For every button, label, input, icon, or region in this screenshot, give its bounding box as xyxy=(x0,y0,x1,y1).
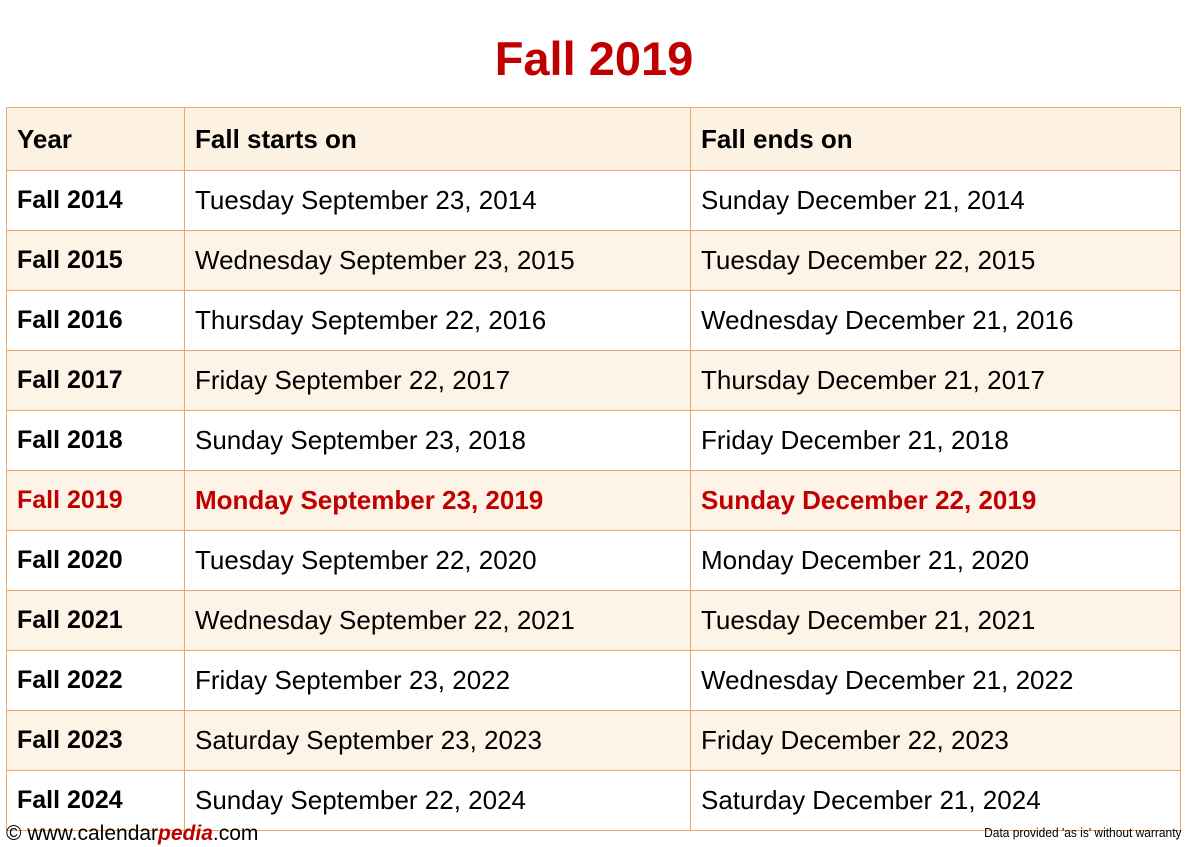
table-row: Fall 2019 Monday September 23, 2019 Sunday… xyxy=(6,470,1181,532)
cell-year: Fall 2016 xyxy=(6,290,185,352)
cell-start-date: Friday September 22, 2017 xyxy=(184,350,691,412)
table-row: Fall 2023 Saturday September 23, 2023 Frid… xyxy=(6,710,1181,772)
table-header: Year Fall starts on Fall ends on xyxy=(6,107,1181,172)
cell-end-date: Sunday December 21, 2014 xyxy=(690,170,1181,232)
cell-end-date: Monday December 21, 2020 xyxy=(690,530,1181,592)
cell-end-date: Friday December 21, 2018 xyxy=(690,410,1181,472)
cell-start-date: Tuesday September 23, 2014 xyxy=(184,170,691,232)
table-row: Fall 2015 Wednesday September 23, 2015 Tue… xyxy=(6,230,1181,292)
cell-start-date: Tuesday September 22, 2020 xyxy=(184,530,691,592)
cell-year: Fall 2017 xyxy=(6,350,185,412)
cell-end-date: Wednesday December 21, 2022 xyxy=(690,650,1181,712)
cell-start-date: Friday September 23, 2022 xyxy=(184,650,691,712)
page-title: Fall 2019 xyxy=(494,32,694,86)
cell-start-date: Saturday September 23, 2023 xyxy=(184,710,691,772)
table-row: Fall 2021 Wednesday September 22, 2021 Tue… xyxy=(6,590,1181,652)
table-header-row: Year Fall starts on Fall ends on xyxy=(6,107,1181,172)
cell-year: Fall 2018 xyxy=(6,410,185,472)
cell-year: Fall 2014 xyxy=(6,170,185,232)
column-header-year: Year xyxy=(6,107,185,172)
season-dates-table-container: Year Fall starts on Fall ends on Fall 20… xyxy=(6,107,1181,832)
table-body: Fall 2014 Tuesday September 23, 2014 Sunda… xyxy=(6,170,1181,832)
copyright-icon: © xyxy=(6,822,22,846)
site-name-brand: pedia xyxy=(158,822,213,846)
column-header-end: Fall ends on xyxy=(690,107,1181,172)
cell-end-date: Tuesday December 22, 2015 xyxy=(690,230,1181,292)
table-row: Fall 2018 Sunday September 23, 2018 Friday… xyxy=(6,410,1181,472)
cell-end-date: Tuesday December 21, 2021 xyxy=(690,590,1181,652)
table-row: Fall 2020 Tuesday September 22, 2020 Monda… xyxy=(6,530,1181,592)
disclaimer-text: Data provided 'as is' without warranty xyxy=(984,825,1182,841)
table-row: Fall 2016 Thursday September 22, 2016 Wedn… xyxy=(6,290,1181,352)
cell-year: Fall 2015 xyxy=(6,230,185,292)
cell-start-date: Monday September 23, 2019 xyxy=(184,470,691,532)
cell-year: Fall 2022 xyxy=(6,650,185,712)
table-row: Fall 2022 Friday September 23, 2022 Wednes… xyxy=(6,650,1181,712)
site-name-prefix: www.calendar xyxy=(21,822,159,846)
season-dates-table: Year Fall starts on Fall ends on Fall 20… xyxy=(6,107,1181,832)
cell-start-date: Wednesday September 22, 2021 xyxy=(184,590,691,652)
cell-year: Fall 2019 xyxy=(6,470,185,532)
column-header-start: Fall starts on xyxy=(184,107,691,172)
page-root: Fall 2019 Year Fall starts on Fall ends … xyxy=(0,31,1188,847)
copyright-notice: © www.calendarpedia.com xyxy=(6,821,258,847)
cell-end-date: Friday December 22, 2023 xyxy=(690,710,1181,772)
cell-start-date: Thursday September 22, 2016 xyxy=(184,290,691,352)
cell-start-date: Wednesday September 23, 2015 xyxy=(184,230,691,292)
cell-end-date: Sunday December 22, 2019 xyxy=(690,470,1181,532)
cell-year: Fall 2021 xyxy=(6,590,185,652)
table-row: Fall 2014 Tuesday September 23, 2014 Sunda… xyxy=(6,170,1181,232)
cell-year: Fall 2020 xyxy=(6,530,185,592)
cell-start-date: Sunday September 23, 2018 xyxy=(184,410,691,472)
site-name-suffix: .com xyxy=(212,822,259,846)
page-footer: © www.calendarpedia.com Data provided 'a… xyxy=(0,821,1188,847)
cell-end-date: Wednesday December 21, 2016 xyxy=(690,290,1181,352)
cell-year: Fall 2023 xyxy=(6,710,185,772)
cell-end-date: Thursday December 21, 2017 xyxy=(690,350,1181,412)
table-row: Fall 2017 Friday September 22, 2017 Thursd… xyxy=(6,350,1181,412)
